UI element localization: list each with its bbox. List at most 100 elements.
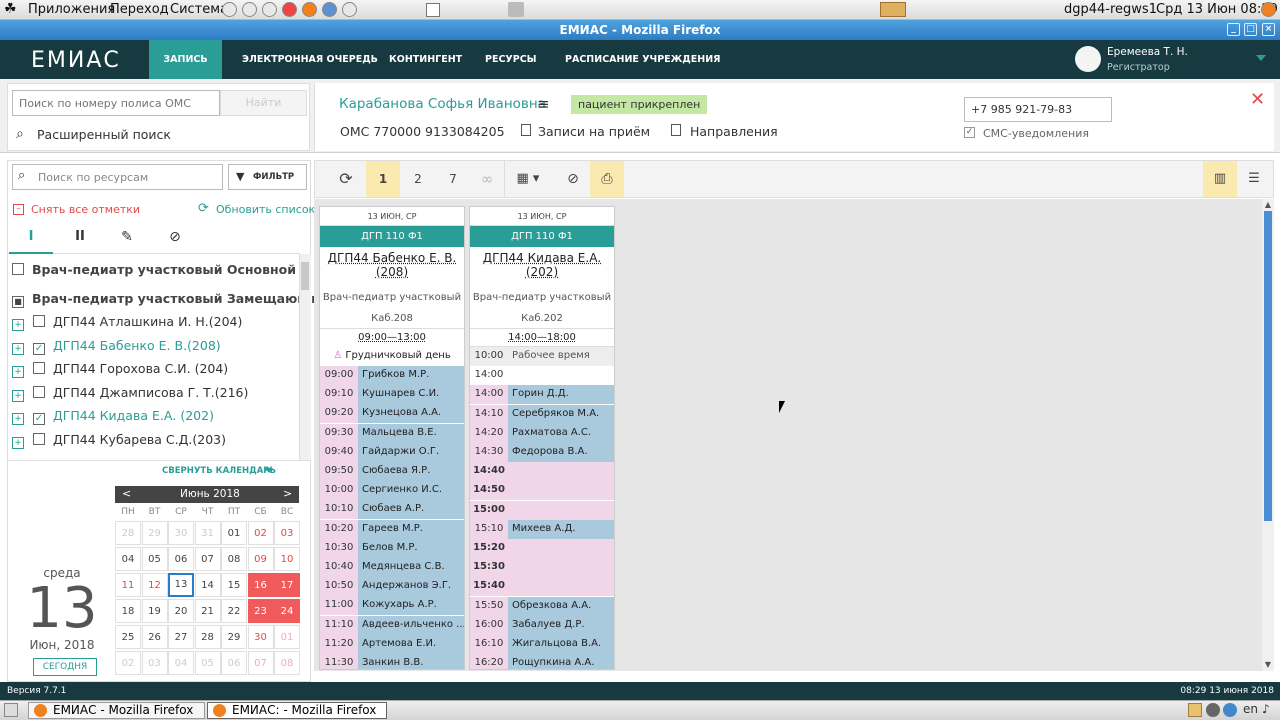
emias-logo[interactable]: ЕМИАС <box>31 48 121 73</box>
time-slot[interactable]: 14:40 <box>470 462 614 482</box>
calendar-day[interactable]: 21 <box>194 599 221 623</box>
time-slot[interactable]: 09:30 Мальцева В.Е. <box>320 423 464 443</box>
volume-icon[interactable]: ♪ <box>1262 702 1270 716</box>
nav-contingent[interactable]: КОНТИНГЕНТ <box>389 40 462 79</box>
refresh-schedule-icon[interactable]: ⟳ <box>329 161 363 197</box>
time-slot[interactable]: 14:10 Серебряков М.А. <box>470 404 614 424</box>
calendar-day[interactable]: 01 <box>274 625 300 649</box>
calendar-day[interactable]: 23 <box>247 599 274 623</box>
resource-checkbox[interactable]: ✓ <box>33 413 45 425</box>
tab-roman-two[interactable]: II <box>68 226 92 248</box>
calendar-day[interactable]: 18 <box>115 599 141 623</box>
scroll-down-icon[interactable]: ▼ <box>1262 659 1274 671</box>
calendar-day[interactable]: 22 <box>221 599 247 623</box>
resource-checkbox[interactable] <box>33 362 45 374</box>
launcher-mail-icon[interactable] <box>322 2 337 17</box>
policy-search-input[interactable] <box>12 90 220 116</box>
keyboard-layout[interactable]: en <box>1243 702 1258 716</box>
clear-marks-link[interactable]: Снять все отметки <box>31 203 140 216</box>
resource-checkbox[interactable] <box>33 315 45 327</box>
time-slot[interactable]: 15:20 <box>470 539 614 558</box>
nav-institution-schedule[interactable]: РАСПИСАНИЕ УЧРЕЖДЕНИЯ <box>565 40 720 79</box>
time-slot[interactable]: 09:20 Кузнецова А.А. <box>320 404 464 424</box>
tab-syringe-icon[interactable]: ✎ <box>118 226 136 248</box>
refresh-list-link[interactable]: Обновить список <box>216 203 315 216</box>
time-slot[interactable]: 10:00 Рабочее время <box>470 347 614 366</box>
nav-resources[interactable]: РЕСУРСЫ <box>485 40 537 79</box>
calendar-day[interactable]: 10 <box>274 547 300 571</box>
tray-update-icon[interactable] <box>1223 703 1237 717</box>
calendar-day[interactable]: 04 <box>168 651 194 675</box>
layout-grid-icon[interactable]: ▦ ▾ <box>508 161 548 197</box>
time-slot[interactable]: 09:00 Грибков М.Р. <box>320 366 464 385</box>
time-slot[interactable]: 14:20 Рахматова А.С. <box>470 423 614 443</box>
close-window-button[interactable]: × <box>1262 23 1275 36</box>
hamburger-menu-icon[interactable]: ≡ <box>537 95 550 113</box>
group-checkbox[interactable] <box>12 263 24 275</box>
applet-icon[interactable] <box>426 3 440 17</box>
calendar-day[interactable]: 07 <box>194 547 221 571</box>
phone-field[interactable] <box>964 97 1112 122</box>
time-slot[interactable]: 16:20 Рощупкина А.А. <box>470 654 614 669</box>
scroll-up-icon[interactable]: ▲ <box>1262 199 1274 211</box>
gnome-foot-icon[interactable]: ☘ <box>4 1 17 17</box>
scrollbar-thumb[interactable] <box>301 262 309 290</box>
calendar-day[interactable]: 30 <box>168 521 194 545</box>
time-slot[interactable]: 14:50 <box>470 481 614 501</box>
column-hours[interactable]: 09:00—13:00 <box>320 329 464 347</box>
resource-item[interactable]: + ✓ ДГП44 Кидава Е.А. (202) <box>12 408 214 425</box>
calendar-day[interactable]: 05 <box>141 547 168 571</box>
calendar-day[interactable]: 17 <box>274 573 300 597</box>
calendar-day[interactable]: 13 <box>168 573 194 597</box>
period-1-button[interactable]: 1 <box>366 161 400 197</box>
calendar-day[interactable]: 26 <box>141 625 168 649</box>
next-month-icon[interactable]: > <box>283 487 292 500</box>
show-desktop-icon[interactable] <box>4 703 18 717</box>
time-slot[interactable]: 11:20 Артемова Е.И. <box>320 634 464 654</box>
time-slot[interactable]: 09:40 Гайдаржи О.Г. <box>320 442 464 462</box>
calendar-day[interactable]: 25 <box>115 625 141 649</box>
launcher-search-icon[interactable] <box>342 2 357 17</box>
calendar-day[interactable]: 14 <box>194 573 221 597</box>
calendar-day[interactable]: 29 <box>221 625 247 649</box>
time-slot[interactable]: 10:30 Белов М.Р. <box>320 538 464 558</box>
column-hours[interactable]: 14:00—18:00 <box>470 329 614 347</box>
resource-checkbox[interactable] <box>33 386 45 398</box>
time-slot[interactable]: 09:10 Кушнарев С.И. <box>320 385 464 405</box>
calendar-day[interactable]: 03 <box>274 521 300 545</box>
calendar-day[interactable]: 02 <box>115 651 141 675</box>
calendar-day[interactable]: 24 <box>274 599 300 623</box>
calendar-day[interactable]: 03 <box>141 651 168 675</box>
time-slot[interactable]: 15:30 <box>470 558 614 578</box>
time-slot[interactable]: 11:00 Кожухарь А.Р. <box>320 596 464 616</box>
time-slot[interactable]: 14:30 Федорова В.А. <box>470 443 614 462</box>
time-slot[interactable]: 10:10 Сюбаев А.Р. <box>320 500 464 520</box>
time-slot[interactable]: 10:00 Сергиенко И.С. <box>320 481 464 501</box>
prev-month-icon[interactable]: < <box>122 487 131 500</box>
tab-blocked-icon[interactable]: ⊘ <box>166 226 184 248</box>
hide-eye-icon[interactable]: ⊘ <box>556 161 590 197</box>
menu-places[interactable]: Переход <box>110 2 169 17</box>
expand-toggle-icon[interactable]: + <box>12 437 24 449</box>
calendar-day[interactable]: 16 <box>247 573 274 597</box>
expand-toggle-icon[interactable]: + <box>12 366 24 378</box>
nav-zapis[interactable]: ЗАПИСЬ <box>149 40 222 79</box>
avatar[interactable] <box>1075 46 1101 72</box>
resource-item[interactable]: + ✓ ДГП44 Бабенко Е. В.(208) <box>12 338 221 355</box>
calendar-day[interactable]: 06 <box>221 651 247 675</box>
calendar-day[interactable]: 27 <box>168 625 194 649</box>
time-slot[interactable]: 10:50 Андержанов Э.Г. <box>320 577 464 597</box>
calendar-day[interactable]: 20 <box>168 599 194 623</box>
resource-item[interactable]: + ДГП44 Атлашкина И. Н.(204) <box>12 314 242 331</box>
launcher-network-icon[interactable] <box>242 2 257 17</box>
time-slot[interactable]: 15:40 <box>470 577 614 597</box>
referrals-link[interactable]: Направления <box>690 124 778 139</box>
period-7-button[interactable]: 7 <box>436 161 470 197</box>
time-slot[interactable]: 14:00 Горин Д.Д. <box>470 385 614 405</box>
calendar-day[interactable]: 28 <box>115 521 141 545</box>
calendar-day[interactable]: 05 <box>194 651 221 675</box>
nav-electronic-queue[interactable]: ЭЛЕКТРОННАЯ ОЧЕРЕДЬ <box>242 40 378 79</box>
scrollbar-thumb[interactable] <box>1264 211 1272 521</box>
menu-applications[interactable]: Приложения <box>28 2 115 17</box>
calendar-day[interactable]: 04 <box>115 547 141 571</box>
